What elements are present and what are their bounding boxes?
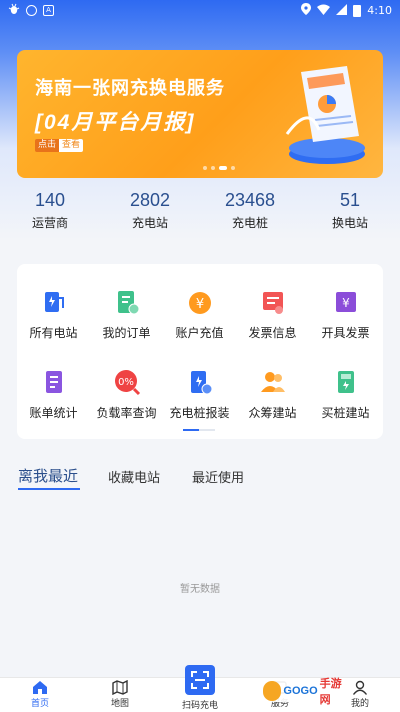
menu-item-my-orders[interactable]: 我的订单 [90,288,163,341]
status-time: 4:10 [367,4,392,17]
menu-item-crowdfund[interactable]: 众筹建站 [236,368,309,421]
watermark-text: GOGO [283,685,318,697]
banner-dot-active[interactable] [219,166,227,170]
menu-label: 众筹建站 [248,406,297,420]
nav-map[interactable]: 地图 [90,680,150,709]
menu-label: 我的订单 [102,326,151,340]
banner-tag-right: 查看 [59,139,84,152]
menu-item-bill-stats[interactable]: 账单统计 [17,368,90,421]
menu-label: 所有电站 [29,326,78,340]
stat-value: 51 [339,190,361,210]
bug-icon [8,3,20,18]
pile-install-icon [190,371,212,395]
crowdfund-users-icon [260,372,285,392]
active-tab-underline [18,488,80,490]
banner-dot[interactable] [211,166,215,170]
menu-page-indicator [199,429,215,431]
watermark-text-cn: 手游网 [319,677,342,706]
menu-item-buy-pile[interactable]: 买桩建站 [309,368,382,421]
menu-label: 买桩建站 [321,406,370,420]
nav-home[interactable]: 首页 [10,680,70,709]
stat-charging-piles: 23468 充电桩 [210,190,290,231]
svg-text:0%: 0% [118,377,134,388]
stat-swap-stations: 51 换电站 [310,190,390,231]
nav-label: 我的 [350,699,369,709]
yuan-coin-icon: ¥ [188,292,211,314]
tab-recent[interactable]: 最近使用 [192,467,244,486]
menu-label: 负载率查询 [96,406,157,420]
nav-label: 扫码充电 [181,701,218,711]
circle-app-icon [26,5,37,16]
menu-item-issue-invoice[interactable]: ¥ 开具发票 [309,288,382,341]
invoice-icon [262,292,283,314]
menu-page-indicator-active [183,429,199,431]
nav-scan-charge[interactable]: 扫码充电 [170,698,230,711]
watermark-icon [263,681,282,701]
banner-view-button[interactable]: 点击 查看 [35,139,84,152]
signal-icon [336,3,348,18]
banner-tag-left: 点击 [35,139,60,152]
svg-text:¥: ¥ [195,297,203,312]
menu-label: 发票信息 [248,326,297,340]
empty-state-text: 暂无数据 [180,584,220,595]
menu-item-account-recharge[interactable]: ¥ 账户充值 [163,288,236,341]
a-notification-icon: A [43,5,54,16]
stat-label: 换电站 [331,216,368,230]
nav-label: 地图 [110,699,129,709]
promo-banner[interactable]: 海南一张网充换电服务 [04月平台月报] 点击 查看 [17,50,383,178]
buy-pile-icon [337,371,354,393]
battery-icon [353,4,362,17]
home-icon [33,681,47,694]
tab-nearest[interactable]: 离我最近 [18,465,78,486]
menu-label: 充电桩报装 [169,406,230,420]
stat-label: 充电站 [131,216,168,230]
charging-station-icon [44,292,64,312]
menu-item-pile-install[interactable]: 充电桩报装 [163,368,236,421]
scan-icon [191,671,209,689]
bill-stats-icon [45,371,62,393]
banner-subtitle: [04月平台月报] [35,111,196,134]
stat-value: 140 [34,190,66,210]
stat-label: 充电桩 [231,216,268,230]
svg-text:¥: ¥ [342,296,350,310]
tab-favorites[interactable]: 收藏电站 [108,467,160,486]
scan-charge-button[interactable] [185,665,215,695]
stat-value: 2802 [129,190,171,210]
map-icon [112,680,128,695]
banner-pagination [203,166,235,170]
menu-item-all-stations[interactable]: 所有电站 [17,288,90,341]
menu-pagination [183,429,215,431]
menu-label: 开具发票 [321,326,370,340]
status-bar: A 4:10 [0,0,400,20]
nav-label: 首页 [30,699,49,709]
stat-charging-stations: 2802 充电站 [110,190,190,231]
order-icon [117,291,139,315]
report-illustration [285,66,365,164]
stat-operators: 140 运营商 [10,190,90,231]
user-icon [352,680,368,695]
banner-dot[interactable] [231,166,235,170]
banner-title: 海南一张网充换电服务 [35,78,225,98]
function-menu-card: 所有电站 我的订单 ¥ 账户充值 发票信息 ¥ 开具发票 账单统计 0% 负载率… [17,264,383,439]
stat-value: 23468 [224,190,276,210]
station-tabs: 离我最近 收藏电站 最近使用 [0,465,400,495]
watermark-logo: GOGO 手游网 [262,677,350,706]
menu-item-load-rate[interactable]: 0% 负载率查询 [90,368,163,421]
stats-row: 140 运营商 2802 充电站 23468 充电桩 51 换电站 [0,190,400,240]
menu-label: 账户充值 [175,326,224,340]
banner-dot[interactable] [203,166,207,170]
menu-label: 账单统计 [29,406,78,420]
menu-item-invoice-info[interactable]: 发票信息 [236,288,309,341]
stat-label: 运营商 [31,216,68,230]
location-icon [301,3,312,18]
wifi-icon [317,4,331,18]
percent-icon: 0% [114,370,140,396]
issue-invoice-icon: ¥ [335,292,356,312]
